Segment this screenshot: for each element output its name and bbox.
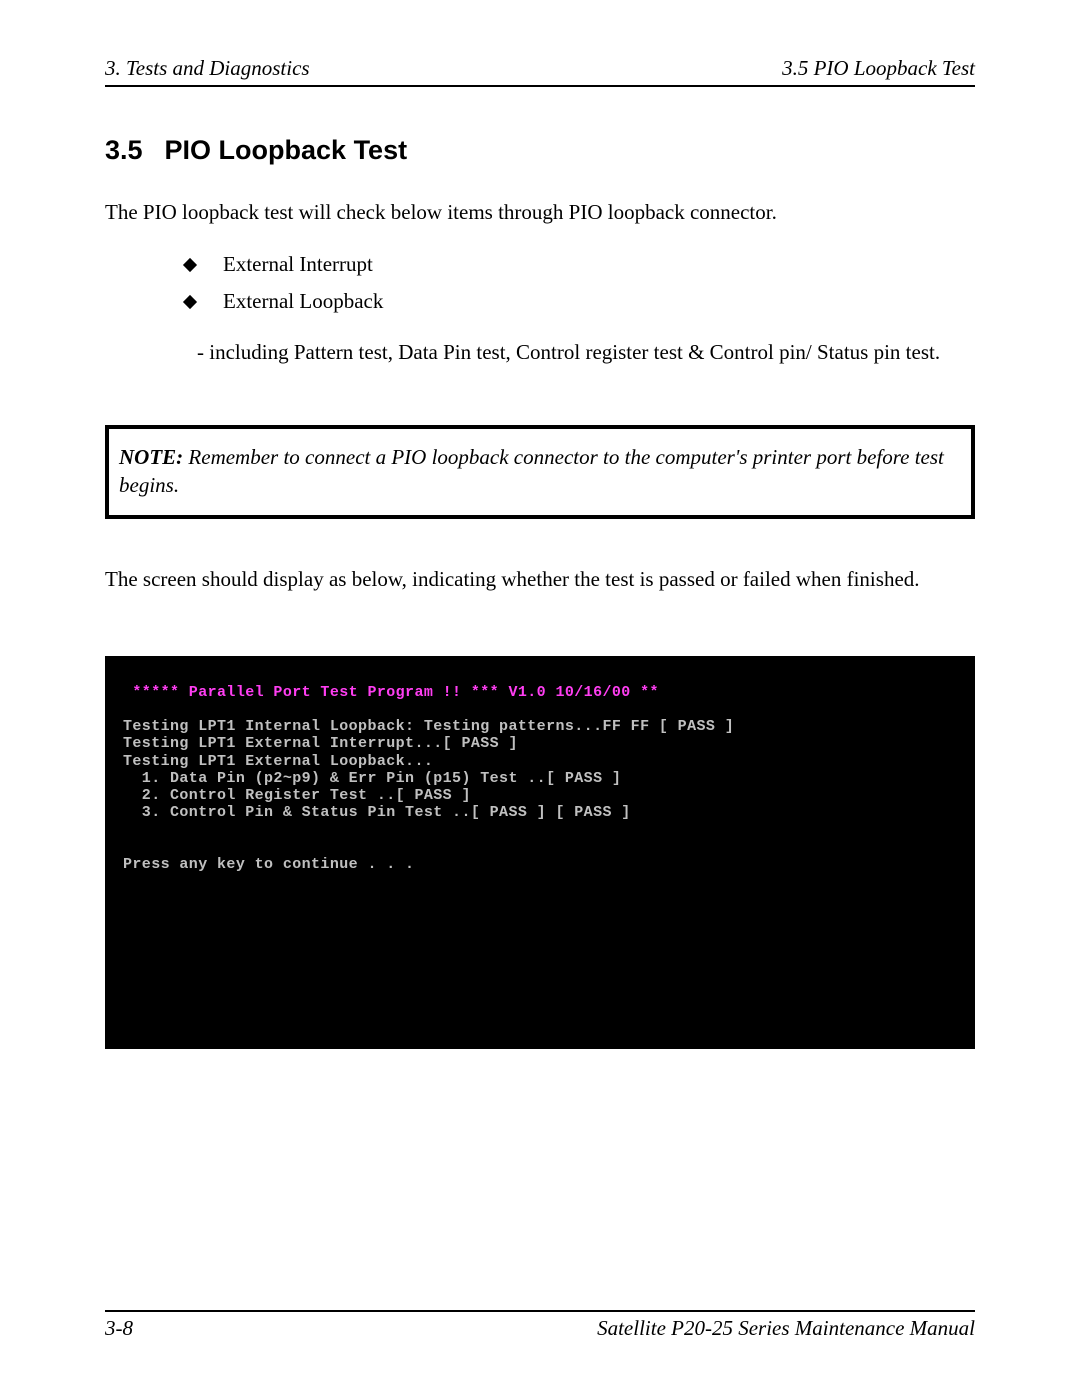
note-text: Remember to connect a PIO loopback conne… (119, 445, 944, 497)
terminal-title: ***** Parallel Port Test Program !! *** … (123, 684, 659, 701)
section-number: 3.5 (105, 135, 143, 165)
bullet-text: External Loopback (223, 289, 383, 314)
diamond-bullet-icon (183, 295, 197, 309)
terminal-line: Testing LPT1 External Interrupt...[ PASS… (123, 735, 518, 752)
terminal-line: Testing LPT1 External Loopback... (123, 753, 433, 770)
note-label: NOTE: (119, 445, 183, 469)
note-box: NOTE: Remember to connect a PIO loopback… (105, 425, 975, 520)
terminal-line: 1. Data Pin (p2~p9) & Err Pin (p15) Test… (123, 770, 621, 787)
terminal-prompt: Press any key to continue . . . (123, 856, 414, 873)
section-heading: 3.5 PIO Loopback Test (105, 135, 975, 166)
list-item: External Loopback (185, 289, 975, 314)
diamond-bullet-icon (183, 258, 197, 272)
terminal-line: 2. Control Register Test ..[ PASS ] (123, 787, 471, 804)
terminal-screenshot: ***** Parallel Port Test Program !! *** … (105, 656, 975, 1049)
list-item: External Interrupt (185, 252, 975, 277)
page-content: 3. Tests and Diagnostics 3.5 PIO Loopbac… (105, 56, 975, 1347)
footer-page-number: 3-8 (105, 1316, 133, 1341)
bullet-list: External Interrupt External Loopback (185, 252, 975, 326)
bullet-text: External Interrupt (223, 252, 373, 277)
page-footer: 3-8 Satellite P20-25 Series Maintenance … (105, 1310, 975, 1341)
after-note-paragraph: The screen should display as below, indi… (105, 565, 975, 593)
intro-paragraph: The PIO loopback test will check below i… (105, 198, 975, 226)
page-header: 3. Tests and Diagnostics 3.5 PIO Loopbac… (105, 56, 975, 87)
footer-manual-title: Satellite P20-25 Series Maintenance Manu… (597, 1316, 975, 1341)
terminal-line: Testing LPT1 Internal Loopback: Testing … (123, 718, 734, 735)
header-left: 3. Tests and Diagnostics (105, 56, 310, 81)
header-right: 3.5 PIO Loopback Test (782, 56, 975, 81)
sub-note-text: - including Pattern test, Data Pin test,… (197, 338, 955, 366)
section-title: PIO Loopback Test (165, 135, 408, 165)
terminal-line: 3. Control Pin & Status Pin Test ..[ PAS… (123, 804, 631, 821)
